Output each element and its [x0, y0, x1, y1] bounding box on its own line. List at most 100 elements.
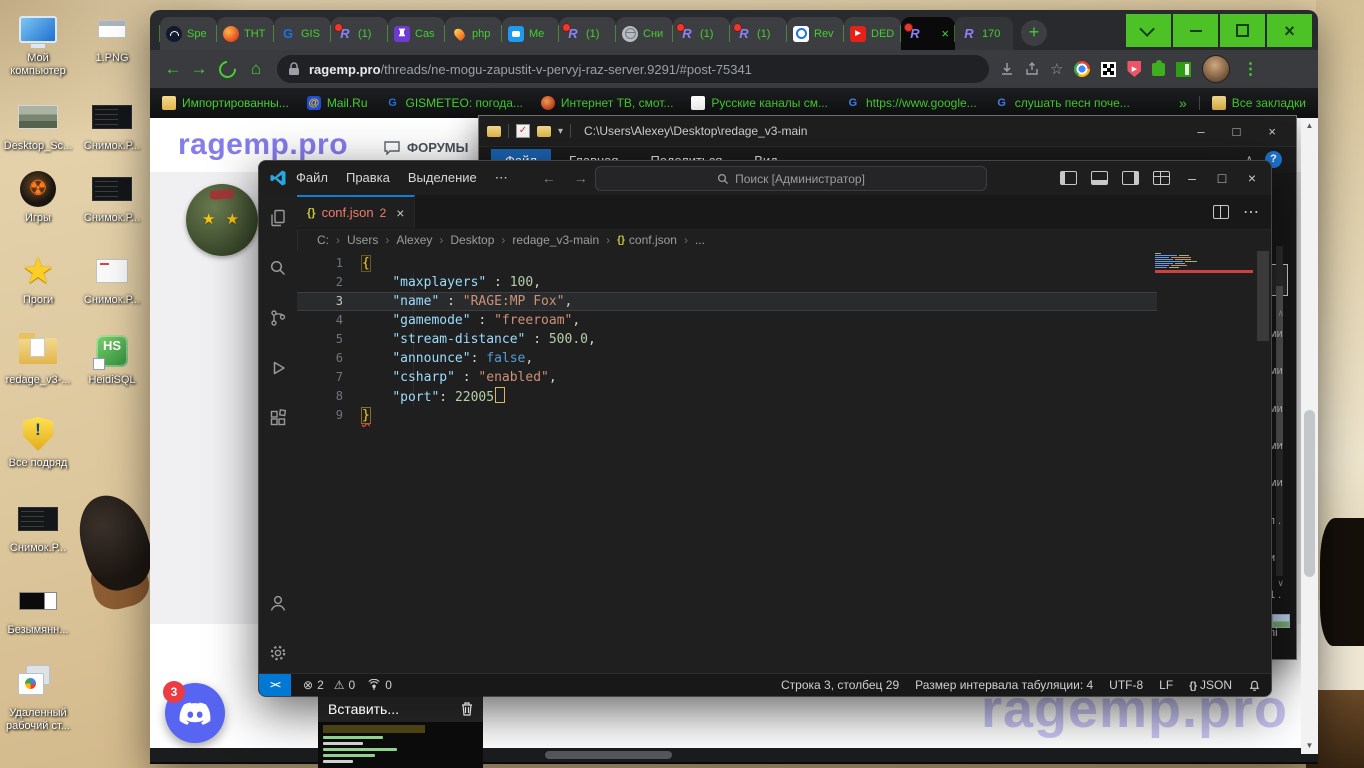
cursor-position[interactable]: Строка 3, столбец 29 — [781, 678, 899, 692]
problems-indicator[interactable]: ⊗ 2 ⚠ 0 — [303, 678, 355, 692]
browser-tab[interactable]: R (1) — [331, 17, 388, 50]
properties-check-icon[interactable]: ✓ — [516, 124, 530, 138]
browser-tab[interactable]: ♜ Cas — [388, 17, 445, 50]
code-line[interactable]: 9 } — [297, 406, 1157, 425]
chrome-extension-icon[interactable] — [1074, 61, 1090, 77]
home-button[interactable]: ⌂ — [243, 59, 269, 79]
browser-tab[interactable]: G GIS — [274, 17, 331, 50]
code-editor[interactable]: 1 { 2 "maxplayers" : 100, 3 "name" : "RA… — [297, 251, 1271, 674]
qat-dropdown-icon[interactable]: ▾ — [558, 126, 563, 137]
close-button[interactable]: × — [1268, 124, 1276, 139]
ports-indicator[interactable]: 0 — [367, 678, 392, 692]
scrollbar-thumb[interactable] — [545, 751, 672, 759]
shield-extension-icon[interactable]: ▶ — [1127, 61, 1141, 77]
browser-tab[interactable]: Rev — [787, 17, 844, 50]
desktop-icon[interactable]: ! Все подряд — [2, 413, 74, 470]
bookmark-item[interactable]: @ Mail.Ru — [307, 96, 368, 110]
close-button[interactable]: × — [1267, 14, 1312, 47]
bookmark-item[interactable]: G https://www.google... — [846, 96, 977, 110]
minimize-button[interactable]: – — [1197, 124, 1204, 139]
desktop-icon[interactable]: redage_v3-... — [2, 330, 74, 387]
browser-tab[interactable]: Spe — [160, 17, 217, 50]
desktop-icon[interactable]: Безымянн... — [2, 580, 74, 637]
browser-tab[interactable]: Сни — [616, 17, 673, 50]
extensions-icon[interactable] — [267, 407, 289, 429]
history-forward-icon[interactable]: → — [565, 170, 597, 186]
close-button[interactable]: × — [1237, 168, 1267, 188]
search-icon[interactable] — [267, 257, 289, 279]
breadcrumb-item[interactable]: Desktop — [432, 233, 494, 247]
site-logo[interactable]: ragemp.pro — [178, 128, 348, 162]
green-panel-extension-icon[interactable] — [1176, 62, 1191, 77]
code-line[interactable]: 6 "announce": false, — [297, 349, 1157, 368]
forum-avatar[interactable]: ★ ★ — [186, 184, 258, 256]
notifications-bell-icon[interactable] — [1248, 679, 1261, 692]
minimize-button[interactable] — [1173, 14, 1218, 47]
file-name-fragment[interactable]: ми — [1269, 365, 1293, 376]
menu-item[interactable]: Файл — [287, 166, 337, 190]
explorer-icon[interactable] — [267, 207, 289, 229]
page-vertical-scrollbar[interactable]: ▲ ▼ — [1301, 118, 1318, 754]
file-name-fragment[interactable]: и — [1269, 552, 1293, 563]
language-mode[interactable]: {}JSON — [1189, 678, 1232, 692]
history-back-icon[interactable]: ← — [533, 170, 565, 186]
forward-button[interactable]: → — [186, 59, 212, 79]
breadcrumb-item[interactable]: C: — [317, 233, 329, 247]
browser-tab[interactable]: R (1) — [673, 17, 730, 50]
reload-button[interactable] — [216, 57, 240, 81]
new-folder-icon[interactable] — [537, 126, 551, 137]
code-line[interactable]: 3 "name" : "RAGE:MP Fox", — [297, 292, 1157, 311]
explorer-path[interactable]: C:\Users\Alexey\Desktop\redage_v3-main — [584, 124, 807, 138]
browser-tab[interactable]: THT — [217, 17, 274, 50]
file-name-fragment[interactable]: п . — [1269, 515, 1293, 526]
bookmark-star-icon[interactable]: ☆ — [1050, 60, 1063, 78]
bookmark-item[interactable]: G GISMETEO: погода... — [386, 96, 523, 110]
download-icon[interactable] — [1000, 62, 1014, 76]
desktop-icon[interactable]: Снимок.Р... — [2, 498, 74, 555]
desktop-icon[interactable]: Удаленный рабочий ст... — [2, 663, 74, 733]
split-editor-icon[interactable] — [1213, 205, 1229, 219]
desktop-icon[interactable]: Снимок.Р... — [76, 250, 148, 307]
back-button[interactable]: ← — [160, 59, 186, 79]
maximize-button[interactable] — [1220, 14, 1265, 47]
browser-tab[interactable]: R (1) — [559, 17, 616, 50]
bookmark-item[interactable]: G слушать песн поче... — [995, 96, 1130, 110]
address-bar[interactable]: ragemp.pro/threads/ne-mogu-zapustit-v-pe… — [277, 55, 989, 83]
run-debug-icon[interactable] — [267, 357, 289, 379]
desktop-icon[interactable]: ☢ Игры — [2, 168, 74, 225]
maximize-button[interactable]: □ — [1233, 124, 1241, 139]
profile-avatar[interactable] — [1202, 55, 1230, 83]
file-name-fragment[interactable]: ми — [1269, 477, 1293, 488]
scroll-up-icon[interactable]: ▲ — [1301, 118, 1318, 134]
qr-extension-icon[interactable] — [1101, 62, 1116, 77]
menu-item[interactable]: Правка — [337, 166, 399, 190]
desktop-icon[interactable]: Снимок.Р... — [76, 96, 148, 153]
scrollbar-thumb[interactable] — [1304, 410, 1315, 577]
browser-tab[interactable]: ▶ DED — [844, 17, 901, 50]
desktop-icon[interactable]: Снимок.Р... — [76, 168, 148, 225]
code-line[interactable]: 7 "csharp" : "enabled", — [297, 368, 1157, 387]
breadcrumb-item[interactable]: Users — [329, 233, 378, 247]
discord-widget-button[interactable]: 3 — [165, 683, 225, 743]
minimize-button[interactable]: – — [1177, 168, 1207, 188]
scroll-down-icon[interactable]: ▼ — [1301, 738, 1318, 754]
source-control-icon[interactable] — [267, 307, 289, 329]
scroll-up-icon[interactable]: ∧ — [1277, 308, 1284, 319]
code-line[interactable]: 5 "stream-distance" : 500.0, — [297, 330, 1157, 349]
bookmark-item[interactable]: Русские каналы см... — [691, 96, 828, 110]
desktop-icon[interactable]: HS HeidiSQL — [76, 330, 148, 387]
breadcrumb-item[interactable]: Alexey — [378, 233, 432, 247]
trash-icon[interactable] — [461, 702, 473, 716]
browser-tab[interactable]: R × — [901, 17, 955, 50]
breadcrumb-item[interactable]: {} conf.json — [599, 233, 677, 247]
browser-tab[interactable]: R (1) — [730, 17, 787, 50]
forums-nav-link[interactable]: ФОРУМЫ — [384, 140, 468, 155]
remote-indicator[interactable]: >< — [259, 674, 291, 696]
file-name-fragment[interactable]: ni — [1269, 627, 1293, 638]
eol-sequence[interactable]: LF — [1159, 678, 1173, 692]
explorer-titlebar[interactable]: ✓ ▾ C:\Users\Alexey\Desktop\redage_v3-ma… — [479, 116, 1296, 146]
minimap[interactable] — [1155, 253, 1255, 273]
toggle-panel-icon[interactable] — [1091, 171, 1108, 185]
encoding[interactable]: UTF-8 — [1109, 678, 1143, 692]
file-name-fragment[interactable]: ми — [1269, 403, 1293, 414]
